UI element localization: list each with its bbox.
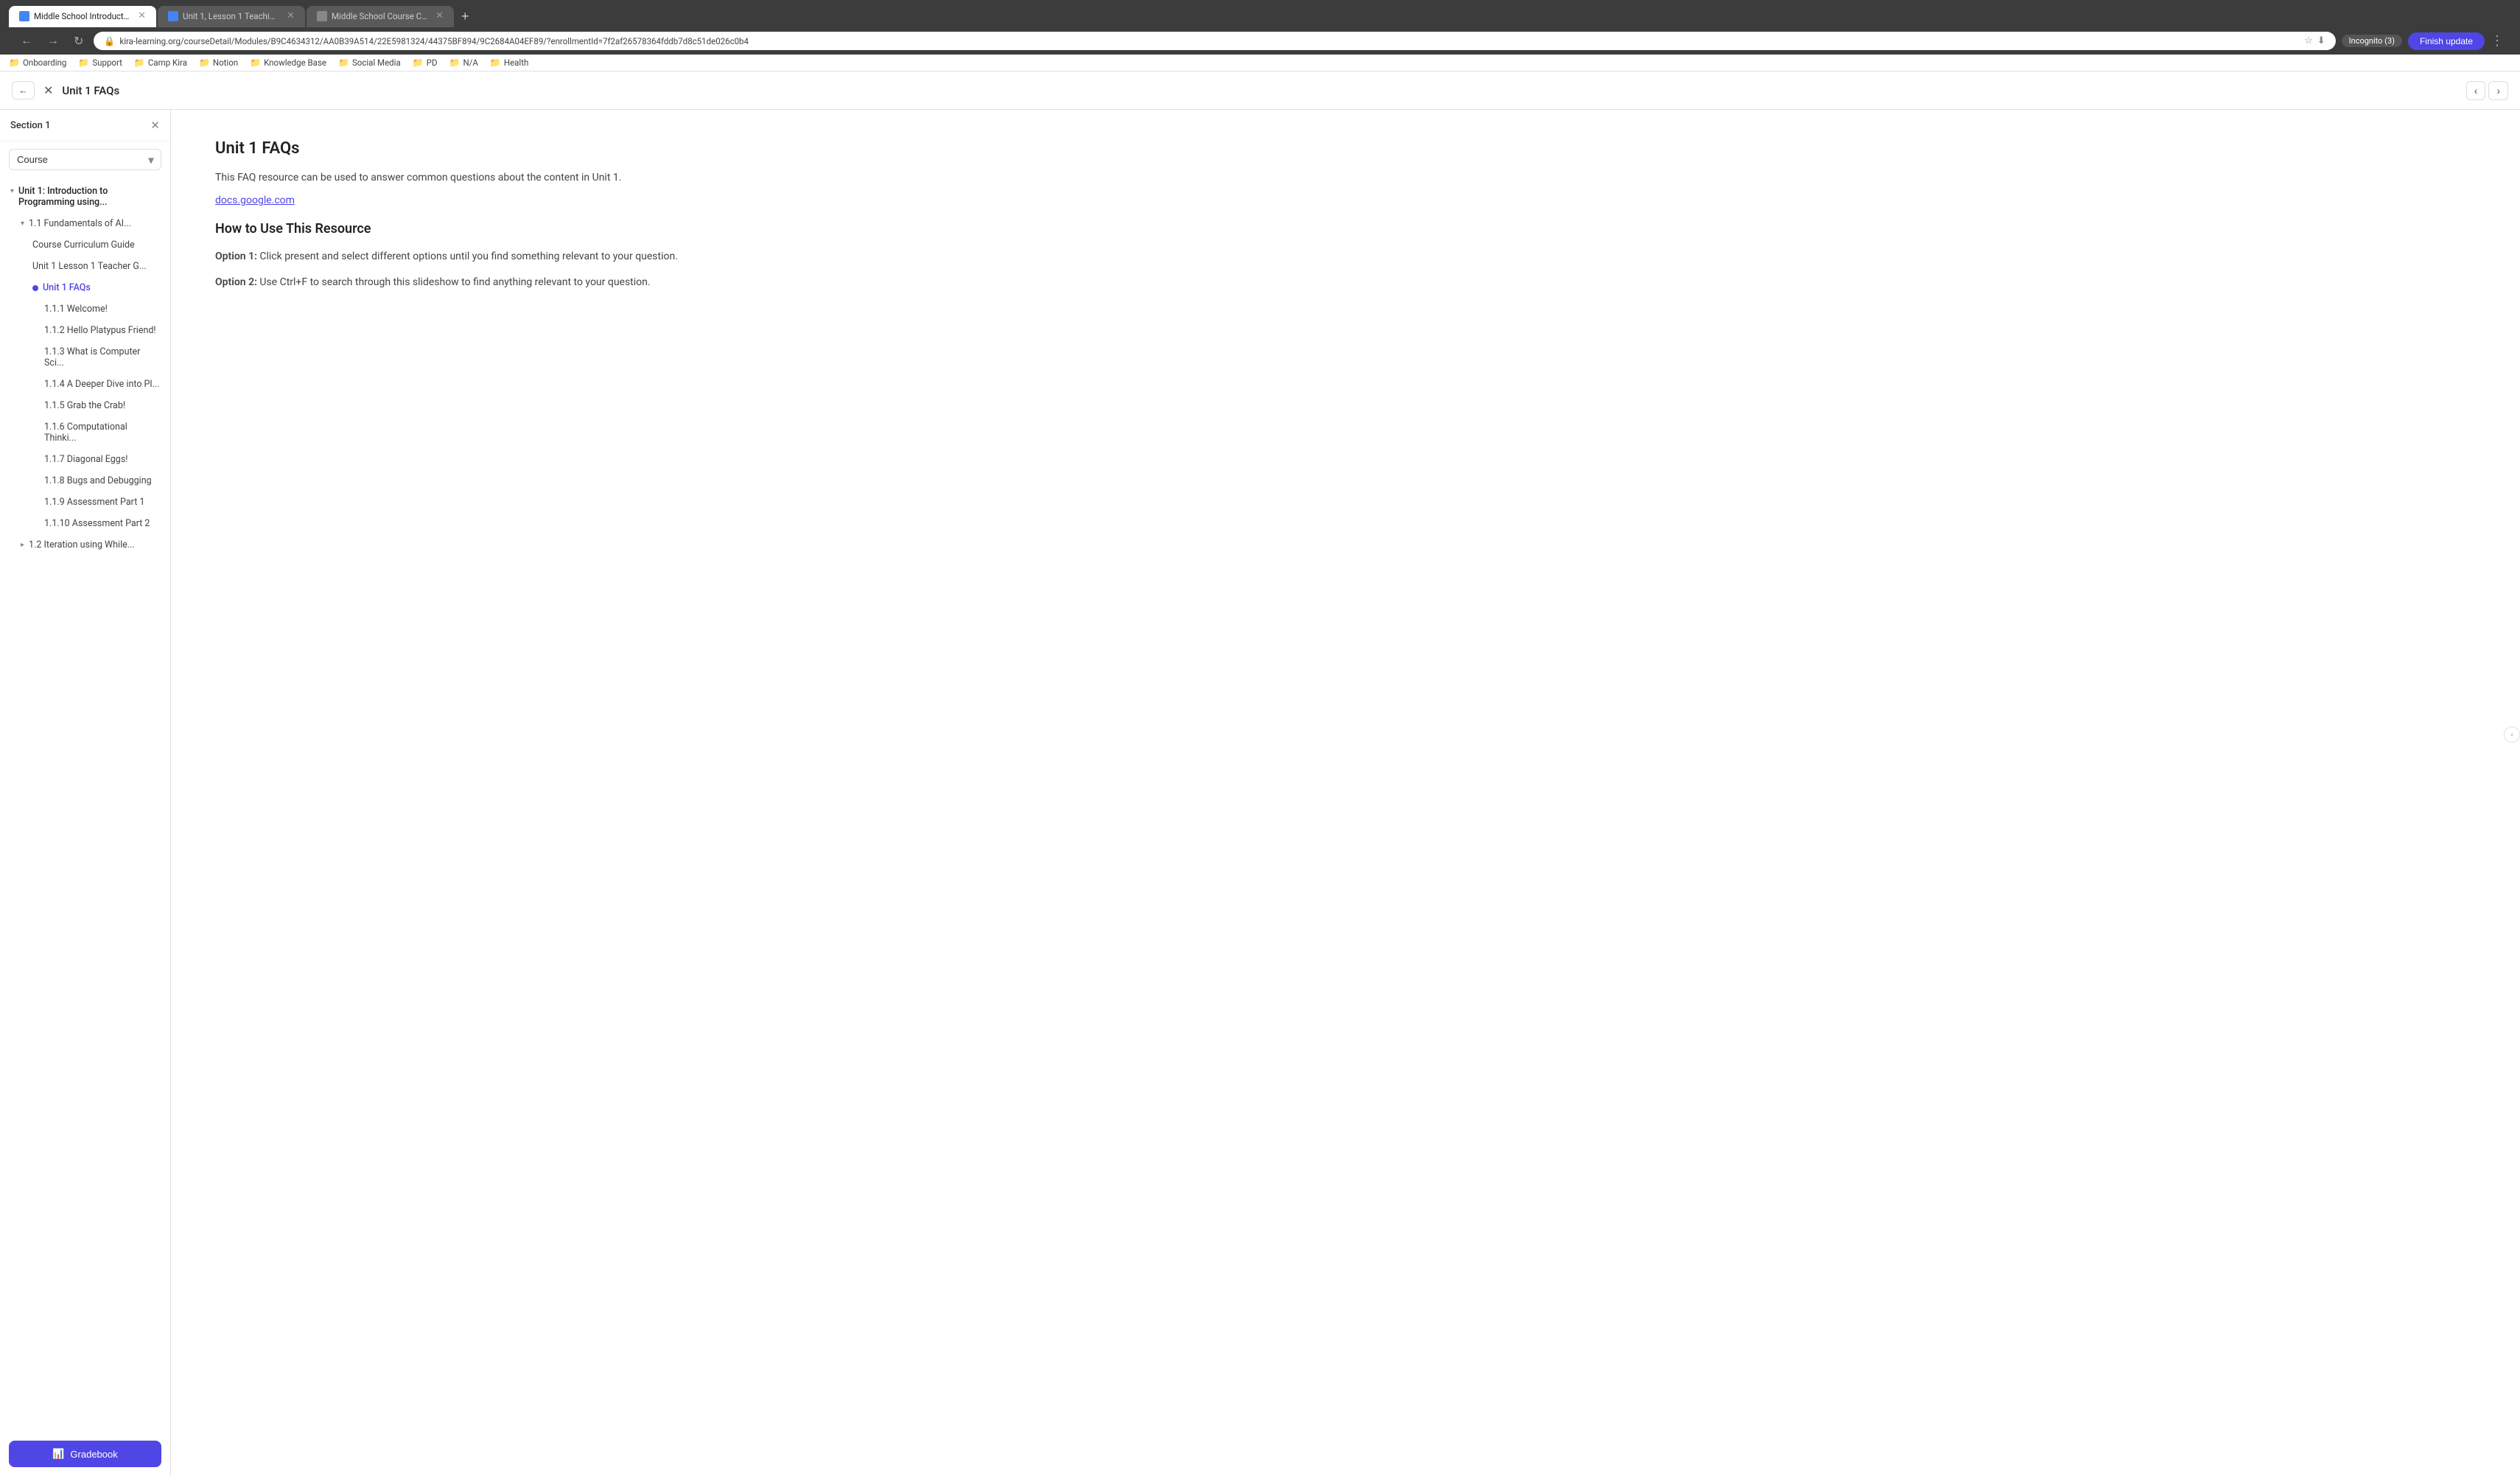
top-bar: ← ✕ Unit 1 FAQs ‹ › [0,71,2520,110]
back-button[interactable]: ← [16,33,37,49]
content-intro: This FAQ resource can be used to answer … [215,169,2476,186]
gradebook-button[interactable]: 📊 Gradebook [9,1441,161,1467]
sidebar-toggle-button[interactable]: ‹ [2504,727,2520,743]
tab-label-1: Middle School Introduction t... [34,11,130,21]
browser-chrome: Middle School Introduction t... ✕ Unit 1… [0,0,2520,55]
bookmark-social-media[interactable]: 📁 Social Media [338,57,401,68]
sidebar-item-1-1-6[interactable]: 1.1.6 Computational Thinki... [0,416,170,449]
sidebar-item-1-1[interactable]: ▾ 1.1 Fundamentals of AI... [0,213,170,234]
sidebar-item-1-1-5[interactable]: 1.1.5 Grab the Crab! [0,395,170,416]
bookmarks-bar: 📁 Onboarding 📁 Support 📁 Camp Kira 📁 Not… [0,55,2520,71]
bookmark-star-icon[interactable]: ☆ [2304,35,2313,46]
new-tab-button[interactable]: + [455,6,475,27]
sidebar-dropdown[interactable]: Course Unit Lesson [9,149,161,170]
sidebar-close-button[interactable]: ✕ [150,119,160,132]
bookmark-health[interactable]: 📁 Health [490,57,528,68]
lock-icon: 🔒 [104,36,115,46]
sidebar-item-1-1-4[interactable]: 1.1.4 A Deeper Dive into Pl... [0,374,170,395]
bookmark-notion[interactable]: 📁 Notion [199,57,238,68]
bookmark-camp-kira[interactable]: 📁 Camp Kira [134,57,187,68]
sidebar-nav: ▾ Unit 1: Introduction to Programming us… [0,178,170,1432]
option1-text: Click present and select different optio… [257,251,678,262]
bookmark-folder-icon: 📁 [199,57,210,68]
address-bar[interactable]: 🔒 kira-learning.org/courseDetail/Modules… [94,32,2335,50]
tab-label-3: Middle School Course Curric... [332,11,428,21]
sidebar: Section 1 ✕ Course Unit Lesson ▾ Unit 1:… [0,110,171,1476]
option2-label: Option 2: [215,276,257,288]
tab-close-1[interactable]: ✕ [138,10,146,21]
browser-menu-icon[interactable]: ⋮ [2491,33,2504,49]
sidebar-item-curriculum[interactable]: Course Curriculum Guide [0,234,170,256]
next-nav-button[interactable]: › [2488,81,2508,100]
sidebar-item-1-1-9[interactable]: 1.1.9 Assessment Part 1 [0,492,170,513]
sidebar-item-1-1-7[interactable]: 1.1.7 Diagonal Eggs! [0,449,170,470]
gradebook-icon: 📊 [52,1448,64,1460]
chevron-down-icon: ▾ [10,187,14,195]
page-title: Unit 1 FAQs [62,84,2457,97]
finish-update-button[interactable]: Finish update [2408,32,2485,50]
active-dot-icon [32,285,38,291]
content-how-to-title: How to Use This Resource [215,221,2476,237]
bookmark-folder-icon: 📁 [9,57,20,68]
sidebar-item-unit1faqs[interactable]: Unit 1 FAQs [0,277,170,298]
sidebar-item-teacher-guide[interactable]: Unit 1 Lesson 1 Teacher G... [0,256,170,277]
sidebar-item-unit1[interactable]: ▾ Unit 1: Introduction to Programming us… [0,181,170,213]
bookmark-onboarding[interactable]: 📁 Onboarding [9,57,66,68]
main-layout: Section 1 ✕ Course Unit Lesson ▾ Unit 1:… [0,110,2520,1476]
course-dropdown[interactable]: Course Unit Lesson [9,149,161,170]
top-bar-nav: ‹ › [2466,81,2508,100]
content-title: Unit 1 FAQs [215,139,2476,158]
tab-favicon-2 [168,11,178,21]
app-container: ← ✕ Unit 1 FAQs ‹ › Section 1 ✕ Course U… [0,71,2520,1476]
bookmark-support[interactable]: 📁 Support [78,57,122,68]
sidebar-item-1-2[interactable]: ▸ 1.2 Iteration using While... [0,534,170,556]
content-option1: Option 1: Click present and select diffe… [215,248,2476,265]
sidebar-item-1-1-10[interactable]: 1.1.10 Assessment Part 2 [0,513,170,534]
address-icons: ☆ ⬇ [2304,35,2325,46]
bookmark-knowledge-base[interactable]: 📁 Knowledge Base [250,57,326,68]
address-bar-row: ← → ↻ 🔒 kira-learning.org/courseDetail/M… [9,27,2511,55]
sidebar-item-1-1-2[interactable]: 1.1.2 Hello Platypus Friend! [0,320,170,341]
content-area: Unit 1 FAQs This FAQ resource can be use… [171,110,2520,1476]
chevron-right-icon: ▸ [21,541,24,549]
bookmark-folder-icon: 📁 [490,57,501,68]
section-label: Section 1 [10,120,51,131]
tab-close-2[interactable]: ✕ [287,10,295,21]
incognito-badge: Incognito (3) [2342,35,2402,47]
sidebar-item-1-1-1[interactable]: 1.1.1 Welcome! [0,298,170,320]
tab-1[interactable]: Middle School Introduction t... ✕ [9,6,156,27]
bookmark-pd[interactable]: 📁 PD [413,57,438,68]
bookmark-folder-icon: 📁 [413,57,424,68]
tab-bar: Middle School Introduction t... ✕ Unit 1… [9,6,2511,27]
reload-button[interactable]: ↻ [69,32,88,50]
bookmark-folder-icon: 📁 [338,57,349,68]
address-text: kira-learning.org/courseDetail/Modules/B… [119,36,2300,46]
tab-close-3[interactable]: ✕ [435,10,444,21]
back-button[interactable]: ← [12,81,35,99]
tab-favicon-3 [317,11,327,21]
bookmark-na[interactable]: 📁 N/A [449,57,478,68]
sidebar-item-1-1-3[interactable]: 1.1.3 What is Computer Sci... [0,341,170,374]
download-icon[interactable]: ⬇ [2317,35,2325,46]
content-link[interactable]: docs.google.com [215,195,2476,206]
tab-favicon-1 [19,11,29,21]
bookmark-folder-icon: 📁 [78,57,89,68]
option2-text: Use Ctrl+F to search through this slides… [257,276,651,288]
sidebar-item-1-1-8[interactable]: 1.1.8 Bugs and Debugging [0,470,170,492]
tab-3[interactable]: Middle School Course Curric... ✕ [307,6,454,27]
close-button[interactable]: ✕ [43,83,53,98]
option1-label: Option 1: [215,251,257,262]
chevron-down-icon: ▾ [21,220,24,228]
content-option2: Option 2: Use Ctrl+F to search through t… [215,274,2476,290]
forward-button[interactable]: → [43,33,63,49]
prev-nav-button[interactable]: ‹ [2466,81,2486,100]
tab-2[interactable]: Unit 1, Lesson 1 Teaching Gu... ✕ [158,6,305,27]
bookmark-folder-icon: 📁 [250,57,261,68]
bookmark-folder-icon: 📁 [449,57,461,68]
sidebar-header: Section 1 ✕ [0,110,170,141]
bookmark-folder-icon: 📁 [134,57,145,68]
tab-label-2: Unit 1, Lesson 1 Teaching Gu... [183,11,279,21]
